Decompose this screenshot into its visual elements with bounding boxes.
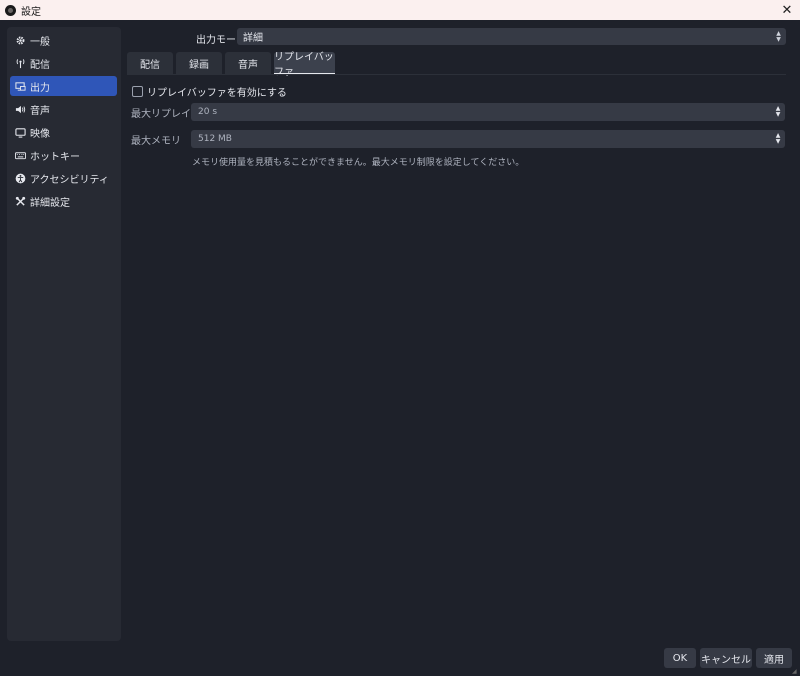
tab-label: 音声 <box>238 59 258 71</box>
tab-label: リプレイバッファ <box>274 51 334 78</box>
chevron-updown-icon: ▲ ▼ <box>776 29 781 43</box>
keyboard-icon <box>14 149 26 161</box>
sidebar-item-stream[interactable]: 配信 <box>10 53 117 73</box>
max-memory-input[interactable]: 512 MB ▲ ▼ <box>191 130 785 148</box>
resize-grip-icon[interactable]: ◢ <box>792 668 798 675</box>
enable-replay-buffer-checkbox[interactable] <box>132 86 143 97</box>
tab-divider <box>127 74 786 75</box>
accessibility-icon <box>14 172 26 184</box>
sidebar-item-label: 映像 <box>30 128 50 140</box>
ok-button-label: OK <box>672 652 688 664</box>
tab-label: 配信 <box>140 59 160 71</box>
sidebar-item-label: 出力 <box>30 82 50 94</box>
tab-stream[interactable]: 配信 <box>127 52 173 74</box>
sidebar-item-general[interactable]: 一般 <box>10 30 117 50</box>
sidebar-item-label: アクセシビリティ <box>30 174 109 186</box>
spin-arrows-icon[interactable]: ▲ ▼ <box>773 104 783 120</box>
close-button[interactable]: ✕ <box>778 1 796 19</box>
output-mode-value: 詳細 <box>243 33 263 44</box>
sidebar: 一般 配信 出力 音声 映像 ホットキー アクセシビリティ 詳細設定 <box>7 27 121 641</box>
sidebar-item-label: 詳細設定 <box>30 197 70 209</box>
sidebar-item-audio[interactable]: 音声 <box>10 99 117 119</box>
max-replay-time-input[interactable]: 20 s ▲ ▼ <box>191 103 785 121</box>
tab-audio[interactable]: 音声 <box>225 52 271 74</box>
speaker-icon <box>14 103 26 115</box>
gear-icon <box>14 34 26 46</box>
sidebar-item-label: 音声 <box>30 105 50 117</box>
cancel-button-label: キャンセル <box>701 654 751 666</box>
sidebar-item-label: ホットキー <box>30 151 80 163</box>
max-replay-time-value: 20 s <box>198 107 218 117</box>
apply-button[interactable]: 適用 <box>756 648 792 668</box>
app-logo-icon <box>5 4 16 16</box>
tab-recording[interactable]: 録画 <box>176 52 222 74</box>
enable-replay-buffer-label: リプレイバッファを有効にする <box>147 88 287 99</box>
window-title: 設定 <box>21 6 41 18</box>
output-icon <box>14 80 26 92</box>
sidebar-item-label: 一般 <box>30 36 50 48</box>
max-memory-label: 最大メモリ <box>131 136 181 147</box>
sidebar-item-label: 配信 <box>30 59 50 71</box>
enable-replay-buffer-checkbox-row[interactable]: リプレイバッファを有効にする <box>132 84 287 99</box>
cancel-button[interactable]: キャンセル <box>700 648 752 668</box>
memory-hint-text: メモリ使用量を見積もることができません。最大メモリ制限を設定してください。 <box>192 158 525 168</box>
ok-button[interactable]: OK <box>664 648 696 668</box>
sidebar-item-output[interactable]: 出力 <box>10 76 117 96</box>
monitor-icon <box>14 126 26 138</box>
tab-replay-buffer[interactable]: リプレイバッファ <box>274 52 335 78</box>
spin-arrows-icon[interactable]: ▲ ▼ <box>773 131 783 147</box>
output-mode-select[interactable]: 詳細 ▲ ▼ <box>237 28 786 45</box>
sidebar-item-advanced[interactable]: 詳細設定 <box>10 191 117 211</box>
title-bar: 設定 ✕ <box>0 0 800 20</box>
max-memory-value: 512 MB <box>198 134 232 144</box>
sidebar-item-hotkeys[interactable]: ホットキー <box>10 145 117 165</box>
sidebar-item-accessibility[interactable]: アクセシビリティ <box>10 168 117 188</box>
broadcast-icon <box>14 57 26 69</box>
sidebar-item-video[interactable]: 映像 <box>10 122 117 142</box>
apply-button-label: 適用 <box>764 654 784 666</box>
close-icon: ✕ <box>781 2 793 18</box>
tools-icon <box>14 195 26 207</box>
tab-label: 録画 <box>189 59 209 71</box>
